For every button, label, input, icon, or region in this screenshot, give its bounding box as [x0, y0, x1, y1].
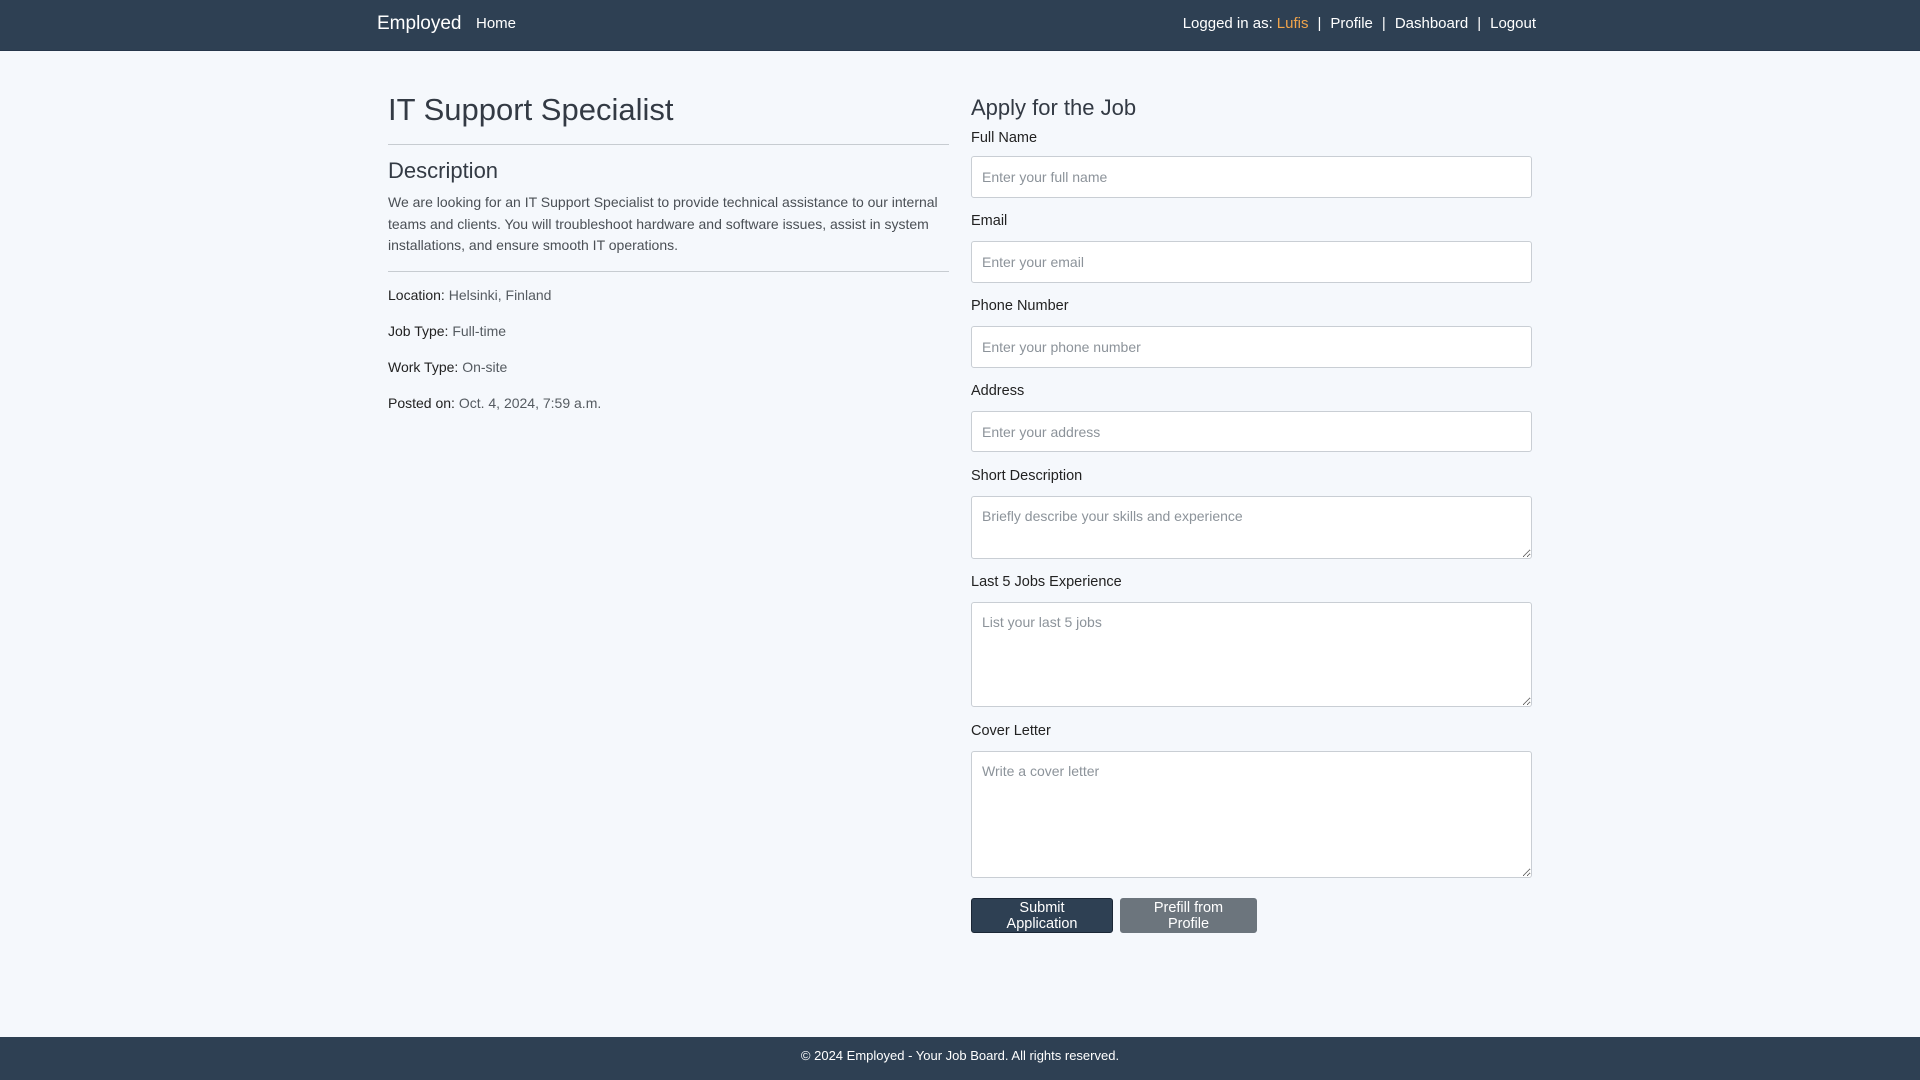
address-label: Address — [971, 383, 1025, 399]
posted-value: Oct. 4, 2024, 7:59 a.m. — [458, 395, 602, 411]
divider — [388, 271, 949, 272]
nav-logout-link[interactable]: Logout — [1490, 15, 1536, 32]
form-heading: Apply for the Job — [971, 95, 1137, 120]
work-type-value: On-site — [462, 359, 508, 375]
nav-separator: | — [1317, 15, 1322, 32]
job-location: Location: Helsinki, Finland — [388, 287, 551, 303]
footer-text: © 2024 Employed - Your Job Board. All ri… — [800, 1048, 1120, 1063]
nav-user-area: Logged in as: Lufis | Profile | Dashboar… — [1183, 15, 1536, 32]
prefill-from-profile-button[interactable]: Prefill from Profile — [1120, 898, 1257, 933]
nav-dashboard-link[interactable]: Dashboard — [1395, 15, 1468, 32]
address-input[interactable] — [971, 411, 1532, 452]
cover-letter-textarea[interactable] — [971, 751, 1532, 878]
last-jobs-textarea[interactable] — [971, 602, 1532, 707]
job-type: Job Type: Full-time — [388, 323, 506, 339]
last-jobs-label: Last 5 Jobs Experience — [971, 574, 1122, 590]
nav-home-link[interactable]: Home — [476, 15, 516, 32]
full-name-input[interactable] — [971, 156, 1532, 198]
phone-label: Phone Number — [971, 298, 1069, 314]
short-description-label: Short Description — [971, 468, 1083, 484]
job-type-label: Job Type: — [388, 323, 449, 339]
location-label: Location: — [388, 287, 445, 303]
posted-date: Posted on: Oct. 4, 2024, 7:59 a.m. — [388, 395, 601, 411]
posted-label: Posted on: — [388, 395, 455, 411]
job-description: We are looking for an IT Support Special… — [388, 194, 938, 253]
navbar: Employed Home Logged in as: Lufis | Prof… — [0, 0, 1920, 51]
brand-link[interactable]: Employed — [377, 13, 462, 35]
username: Lufis — [1276, 15, 1309, 32]
work-type: Work Type: On-site — [388, 359, 507, 375]
submit-application-button[interactable]: Submit Application — [971, 898, 1113, 933]
short-description-textarea[interactable] — [971, 496, 1532, 559]
cover-letter-label: Cover Letter — [971, 723, 1051, 739]
job-title: IT Support Specialist — [388, 92, 674, 127]
description-heading: Description — [388, 158, 499, 183]
nav-separator: | — [1381, 15, 1386, 32]
job-type-value: Full-time — [452, 323, 507, 339]
phone-input[interactable] — [971, 326, 1532, 368]
full-name-label: Full Name — [971, 130, 1038, 146]
logged-in-label: Logged in as: — [1182, 15, 1273, 32]
divider — [388, 144, 949, 145]
email-input[interactable] — [971, 241, 1532, 283]
email-label: Email — [971, 213, 1008, 229]
footer: © 2024 Employed - Your Job Board. All ri… — [0, 1037, 1920, 1080]
nav-profile-link[interactable]: Profile — [1330, 15, 1373, 32]
work-type-label: Work Type: — [388, 359, 459, 375]
nav-separator: | — [1477, 15, 1482, 32]
location-value: Helsinki, Finland — [448, 287, 552, 303]
